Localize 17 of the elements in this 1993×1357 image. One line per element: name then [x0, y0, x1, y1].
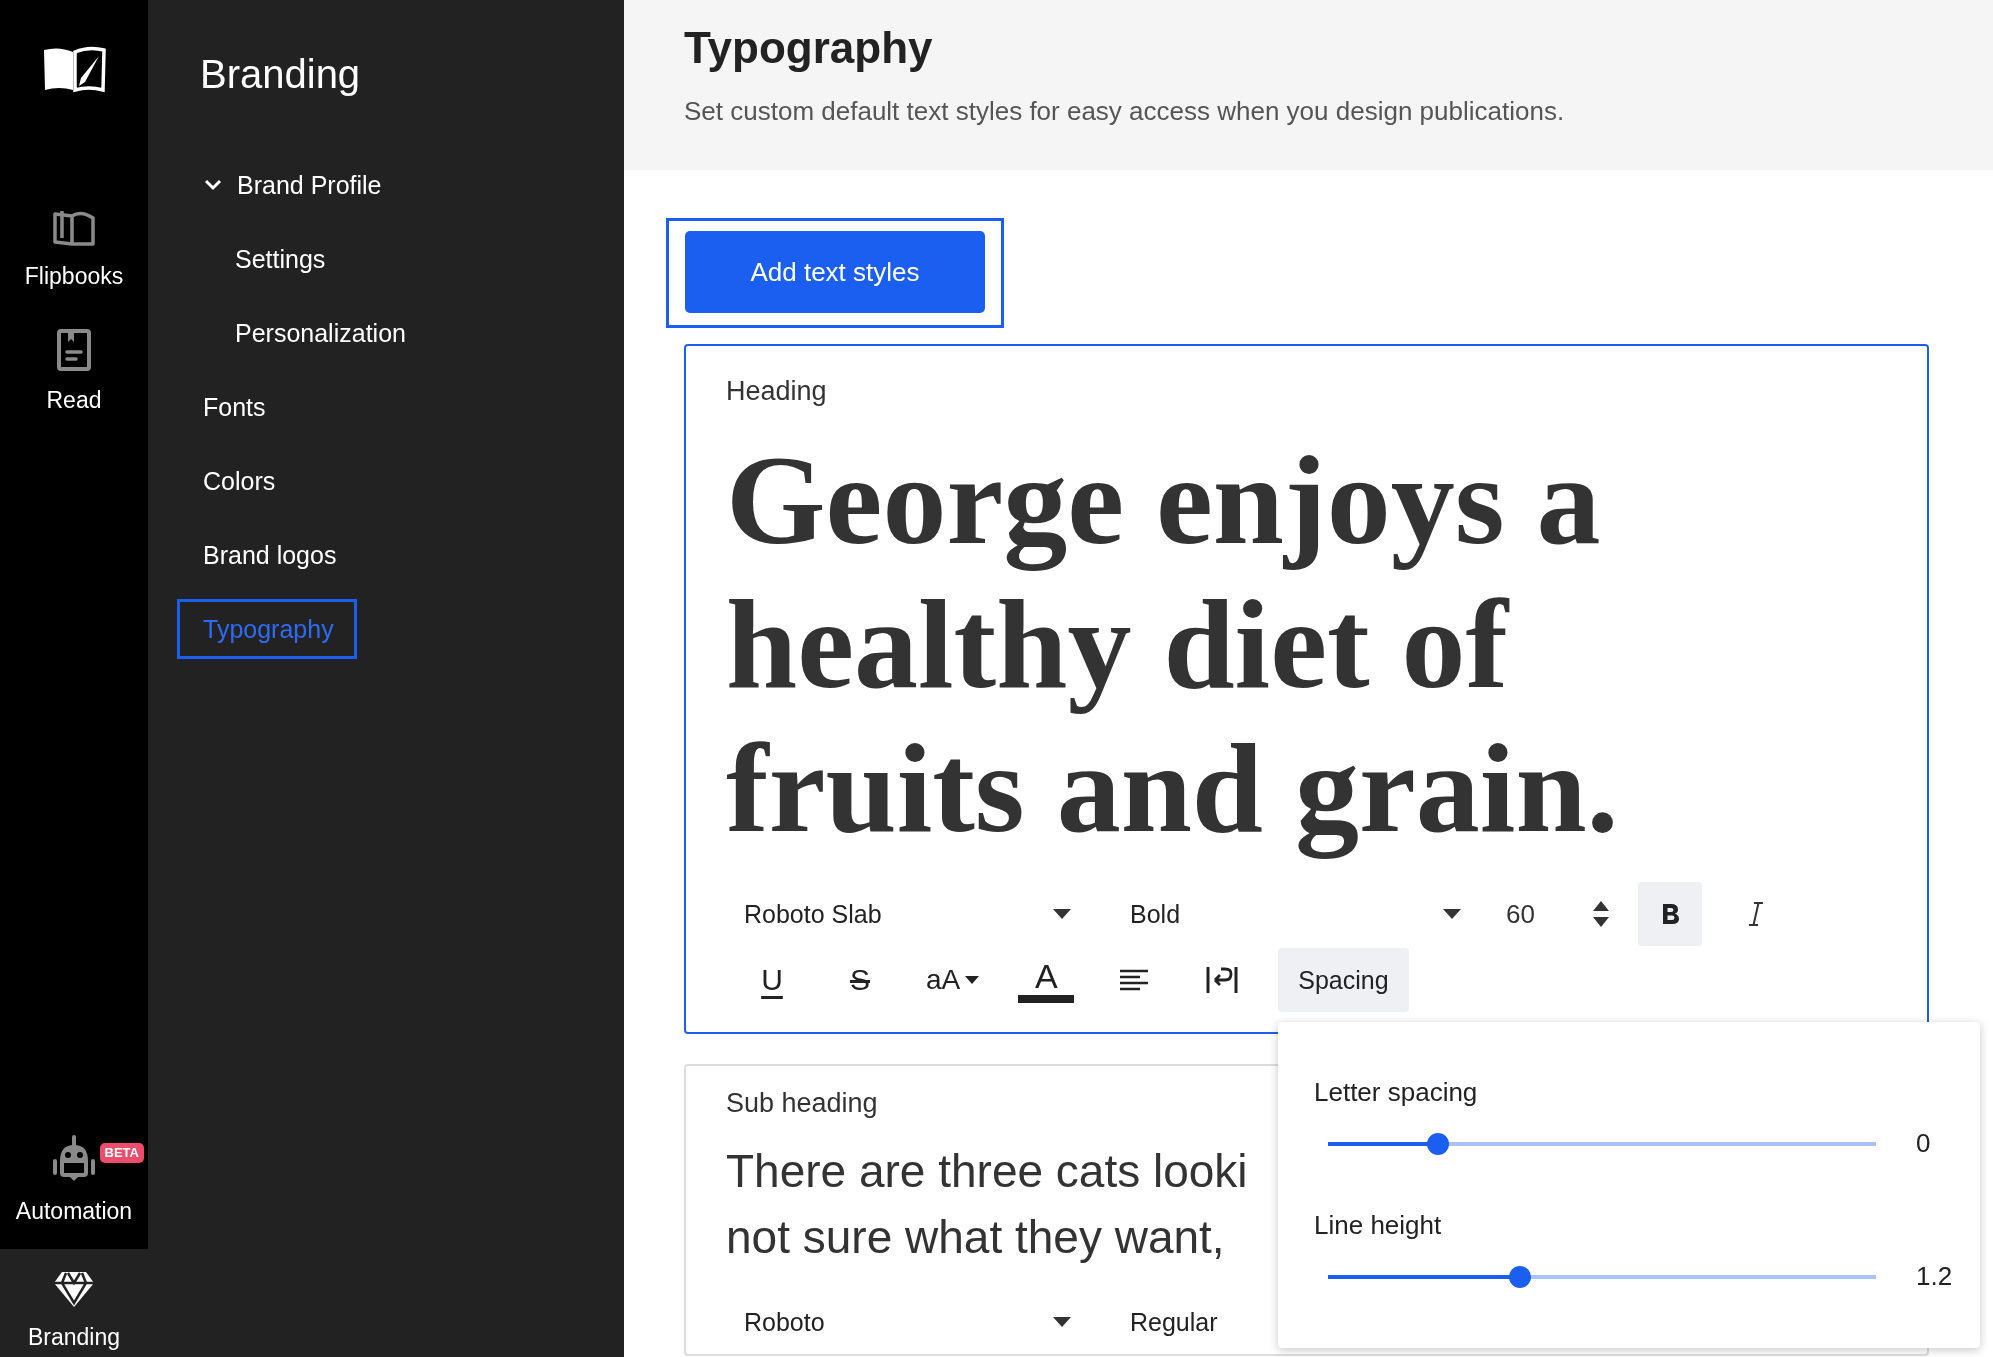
page-title: Typography [684, 22, 934, 74]
rail-label: Branding [27, 1323, 121, 1351]
rail-label: Read [46, 386, 102, 414]
beta-badge: BETA [99, 1143, 144, 1163]
rail-label: Automation [15, 1197, 133, 1225]
style-label: Sub heading [726, 1087, 878, 1120]
nav-label: Brand Profile [237, 170, 382, 201]
sidebar-title: Branding [200, 51, 362, 98]
page-subtitle: Set custom default text styles for easy access when you design publications. [684, 95, 1566, 128]
slider-label: Letter spacing [1314, 1076, 1479, 1108]
style-label: Heading [726, 375, 827, 408]
sample-text: There are three cats looki not sure what they want, [726, 1144, 1248, 1265]
slider-value: 1.2 [1916, 1261, 1953, 1292]
rail-label: Flipbooks [24, 262, 124, 290]
slider-label: Line height [1314, 1209, 1443, 1241]
slider-value: 0 [1916, 1128, 1931, 1159]
sample-text: George enjoys a healthy diet of fruits and grain. [726, 428, 1619, 860]
